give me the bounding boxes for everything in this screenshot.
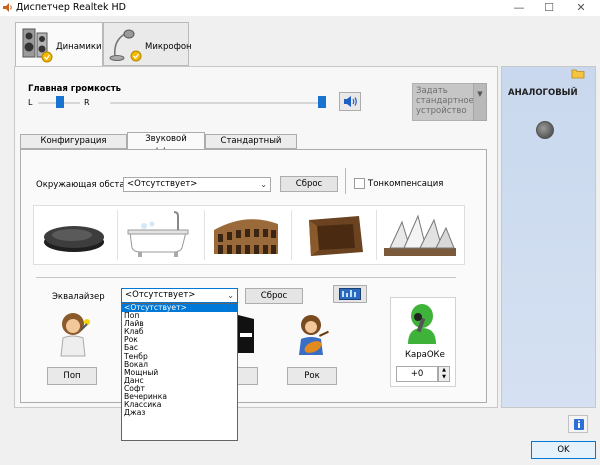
preset-rock-button[interactable]: Рок bbox=[287, 367, 337, 385]
tab-speaker-config[interactable]: Конфигурация динамиков bbox=[20, 134, 127, 159]
karaoke-value-field[interactable]: +0 bbox=[396, 366, 438, 382]
equalizer-select[interactable]: <Отсутствует> ⌄ bbox=[121, 288, 238, 303]
graphic-equalizer-button[interactable] bbox=[333, 285, 367, 303]
tab-microphone-label: Микрофон bbox=[145, 42, 192, 52]
tab-microphone[interactable]: Микрофон bbox=[103, 22, 192, 66]
karaoke-label: КараОКе bbox=[405, 350, 445, 360]
piano-icon bbox=[238, 315, 254, 353]
divider bbox=[345, 168, 346, 194]
box-room-icon[interactable] bbox=[297, 206, 373, 262]
tab-speakers-label: Динамики bbox=[56, 42, 102, 52]
loudness-label: Тонкомпенсация bbox=[368, 179, 444, 189]
microphone-icon bbox=[109, 29, 142, 62]
volume-slider-track[interactable] bbox=[110, 102, 324, 104]
balance-slider-thumb[interactable] bbox=[56, 96, 64, 108]
folder-icon[interactable] bbox=[571, 68, 585, 79]
equalizer-label: Эквалайзер bbox=[52, 292, 105, 302]
environment-select[interactable]: <Отсутствует> ⌄ bbox=[123, 177, 271, 192]
divider bbox=[36, 277, 456, 278]
divider bbox=[291, 210, 292, 260]
environment-reset-button[interactable]: Сброс bbox=[280, 176, 338, 192]
window-title: Диспетчер Realtek HD bbox=[16, 2, 126, 13]
chevron-down-icon: ⌄ bbox=[260, 180, 267, 189]
divider bbox=[376, 210, 377, 260]
balance-left-label: L bbox=[28, 98, 33, 107]
equalizer-option[interactable]: Клаб bbox=[122, 328, 237, 336]
tab-default-format[interactable]: Стандартный формат bbox=[205, 134, 297, 159]
info-button[interactable] bbox=[568, 415, 588, 433]
preset-pop-button[interactable]: Поп bbox=[47, 367, 97, 385]
equalizer-option[interactable]: Рок bbox=[122, 336, 237, 344]
divider bbox=[117, 210, 118, 260]
mute-button[interactable] bbox=[339, 92, 361, 111]
default-device-dropdown-arrow[interactable]: ▼ bbox=[473, 83, 487, 121]
analog-connector-label: АНАЛОГОВЫЙ bbox=[508, 88, 578, 98]
equalizer-panel-icon bbox=[339, 288, 361, 300]
rock-guitarist-icon bbox=[299, 315, 329, 355]
pop-singer-icon bbox=[60, 313, 90, 357]
maximize-button[interactable]: ☐ bbox=[534, 0, 564, 16]
connector-panel bbox=[501, 66, 596, 408]
karaoke-icon bbox=[408, 304, 436, 344]
equalizer-select-value: <Отсутствует> bbox=[125, 290, 196, 300]
divider bbox=[204, 210, 205, 260]
chevron-down-icon: ⌄ bbox=[227, 291, 234, 300]
volume-slider-thumb[interactable] bbox=[318, 96, 326, 108]
tab-speakers[interactable]: Динамики bbox=[15, 22, 103, 68]
bathtub-icon[interactable] bbox=[120, 206, 196, 262]
equalizer-option[interactable]: Джаз bbox=[122, 409, 237, 417]
equalizer-reset-button[interactable]: Сброс bbox=[245, 288, 303, 304]
environment-select-value: <Отсутствует> bbox=[127, 179, 198, 189]
environment-label: Окружающая обста... bbox=[36, 180, 133, 190]
close-button[interactable]: ✕ bbox=[566, 0, 596, 16]
stone-icon[interactable] bbox=[36, 206, 112, 262]
ok-button[interactable]: OK bbox=[531, 441, 596, 459]
equalizer-options-list[interactable]: <Отсутствует> Поп Лайв Клаб Рок Бас Тенбр Вокал… bbox=[121, 303, 238, 441]
karaoke-stepper[interactable]: ▲ ▼ bbox=[438, 366, 450, 382]
master-volume-label: Главная громкость bbox=[28, 84, 122, 94]
speaker-volume-icon bbox=[344, 96, 357, 107]
audio-jack-icon[interactable] bbox=[536, 121, 554, 139]
realtek-window: Диспетчер Realtek HD — ☐ ✕ Динамики Микр… bbox=[0, 0, 600, 465]
speakers-icon bbox=[22, 28, 53, 63]
speaker-app-icon bbox=[3, 3, 12, 12]
equalizer-option[interactable]: <Отсутствует> bbox=[122, 303, 237, 313]
minimize-button[interactable]: — bbox=[504, 0, 534, 16]
loudness-checkbox[interactable] bbox=[354, 178, 365, 189]
balance-right-label: R bbox=[84, 98, 90, 107]
colosseum-icon[interactable] bbox=[208, 206, 284, 262]
tab-sound-effects[interactable]: Звуковой эффект bbox=[127, 132, 205, 157]
info-icon bbox=[574, 419, 584, 430]
opera-house-icon[interactable] bbox=[382, 206, 458, 262]
